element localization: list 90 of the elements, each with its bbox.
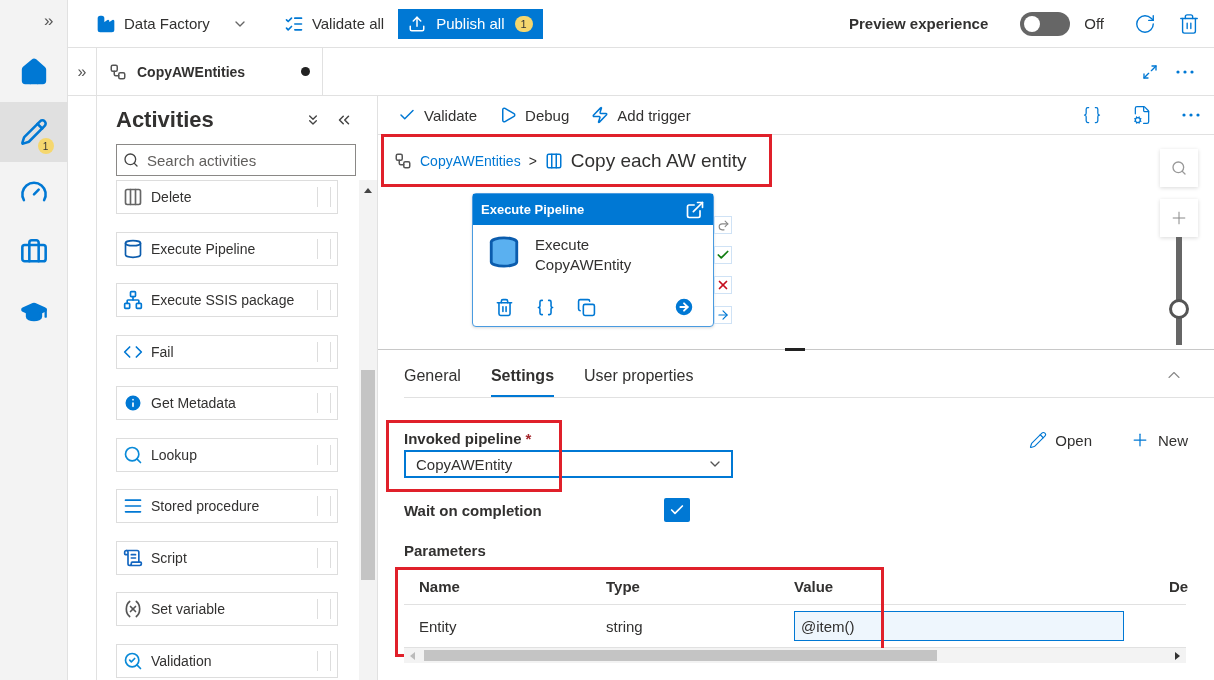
delete-icon[interactable] xyxy=(495,297,514,317)
pipeline-icon xyxy=(394,151,412,170)
breadcrumb-current: Copy each AW entity xyxy=(570,149,747,172)
lightning-icon xyxy=(591,106,610,124)
splitter-handle[interactable] xyxy=(785,348,805,351)
slider-thumb[interactable] xyxy=(1169,298,1189,319)
factory-icon xyxy=(96,13,116,34)
activity-item[interactable]: Delete xyxy=(116,180,338,214)
activity-item[interactable]: Set variable xyxy=(116,592,338,626)
curved-arrow-icon xyxy=(716,218,730,232)
document-gear-icon xyxy=(1132,105,1152,125)
arrow-right-icon xyxy=(716,308,730,322)
search-icon xyxy=(1171,160,1187,176)
column-header: Value xyxy=(794,578,835,595)
external-link-icon[interactable] xyxy=(685,199,705,220)
activity-node[interactable]: Execute Pipeline Execute CopyAWEntity xyxy=(472,193,714,327)
refresh-icon xyxy=(1134,12,1156,35)
pipeline-link[interactable]: CopyAWEntities xyxy=(420,152,521,169)
skip-handle[interactable] xyxy=(714,216,732,234)
play-icon xyxy=(499,106,518,124)
pencil-icon xyxy=(1029,431,1048,449)
completion-handle[interactable] xyxy=(714,306,732,324)
copy-icon[interactable] xyxy=(577,297,596,317)
upload-icon xyxy=(408,14,427,33)
publish-all-button[interactable]: Publish all 1 xyxy=(398,8,543,39)
column-header: Name xyxy=(419,578,461,595)
horizontal-scrollbar[interactable] xyxy=(404,648,1186,663)
new-button[interactable]: New xyxy=(1130,430,1188,450)
arrow-circle-icon[interactable] xyxy=(673,296,695,318)
nav-item[interactable]: 1 xyxy=(0,102,68,162)
toolbox-icon xyxy=(19,238,48,266)
node-title: Execute Pipeline xyxy=(481,202,585,217)
column-header: De xyxy=(1169,578,1189,595)
braces-icon[interactable] xyxy=(536,297,555,317)
node-name: Execute CopyAWEntity xyxy=(535,235,633,276)
validate-all-button[interactable]: Validate all xyxy=(283,13,385,34)
count-badge: 1 xyxy=(37,138,54,154)
expand-arrows-icon xyxy=(1142,63,1158,80)
activity-item[interactable]: Script xyxy=(116,540,338,575)
preview-toggle[interactable] xyxy=(1020,11,1071,36)
more-icon xyxy=(1176,69,1194,74)
pipeline-icon xyxy=(123,238,143,259)
diagram-icon xyxy=(123,290,143,310)
braces-icon xyxy=(1082,105,1102,125)
pipeline-dropdown[interactable]: CopyAWEntity xyxy=(404,450,733,478)
activity-item[interactable]: Lookup xyxy=(116,437,338,472)
search-field[interactable]: Search activities xyxy=(116,144,356,176)
activity-item[interactable]: Fail xyxy=(116,334,338,369)
activity-item[interactable]: Validation xyxy=(116,643,338,678)
check-icon xyxy=(716,248,730,262)
properties-tab[interactable]: User properties xyxy=(584,367,694,397)
search-icon xyxy=(123,152,139,168)
field-label: Wait on completion xyxy=(404,501,542,519)
scrollbar[interactable] xyxy=(359,180,377,680)
properties-tab[interactable]: General xyxy=(404,367,461,397)
column-header: Type xyxy=(606,578,641,595)
breadcrumb-separator: > xyxy=(528,152,537,169)
scroll-icon xyxy=(123,547,143,568)
activity-item[interactable]: Execute Pipeline xyxy=(116,231,338,266)
failure-handle[interactable] xyxy=(714,276,732,294)
add-trigger-button[interactable]: Add trigger xyxy=(591,106,691,124)
field-label: Invoked pipeline * xyxy=(404,430,533,447)
activity-item[interactable]: Execute SSIS package xyxy=(116,283,338,317)
validate-button[interactable]: Validate xyxy=(398,106,478,124)
factory-dropdown[interactable]: Data Factory xyxy=(96,13,248,34)
table-cell-text: Entity xyxy=(419,617,458,635)
expand-nav-button[interactable]: » xyxy=(0,0,68,42)
list-icon xyxy=(123,496,143,516)
section-title: Parameters xyxy=(404,542,487,559)
more-icon xyxy=(1182,113,1200,117)
debug-button[interactable]: Debug xyxy=(499,106,570,124)
value-field[interactable]: @item() xyxy=(794,611,1124,641)
magnifier-icon xyxy=(123,444,143,465)
pipeline-icon xyxy=(109,62,127,81)
pipeline-icon xyxy=(487,235,521,269)
success-handle[interactable] xyxy=(714,246,732,264)
magnifier-check-icon xyxy=(123,650,143,671)
preview-label: Preview experience xyxy=(849,15,989,32)
activity-item[interactable]: Get Metadata xyxy=(116,386,338,420)
properties-tab[interactable]: Settings xyxy=(490,367,555,397)
count-badge: 1 xyxy=(514,15,533,32)
cross-icon xyxy=(716,278,730,292)
open-button[interactable]: Open xyxy=(1029,430,1092,450)
table-cell-text: string xyxy=(606,617,644,635)
toggle-label: Off xyxy=(1084,15,1104,32)
wait-checkbox[interactable] xyxy=(663,498,690,522)
activity-item[interactable]: Stored procedure xyxy=(116,489,338,523)
panel-title: Activities xyxy=(116,107,215,133)
info-icon xyxy=(123,393,143,413)
variable-icon xyxy=(123,599,143,619)
